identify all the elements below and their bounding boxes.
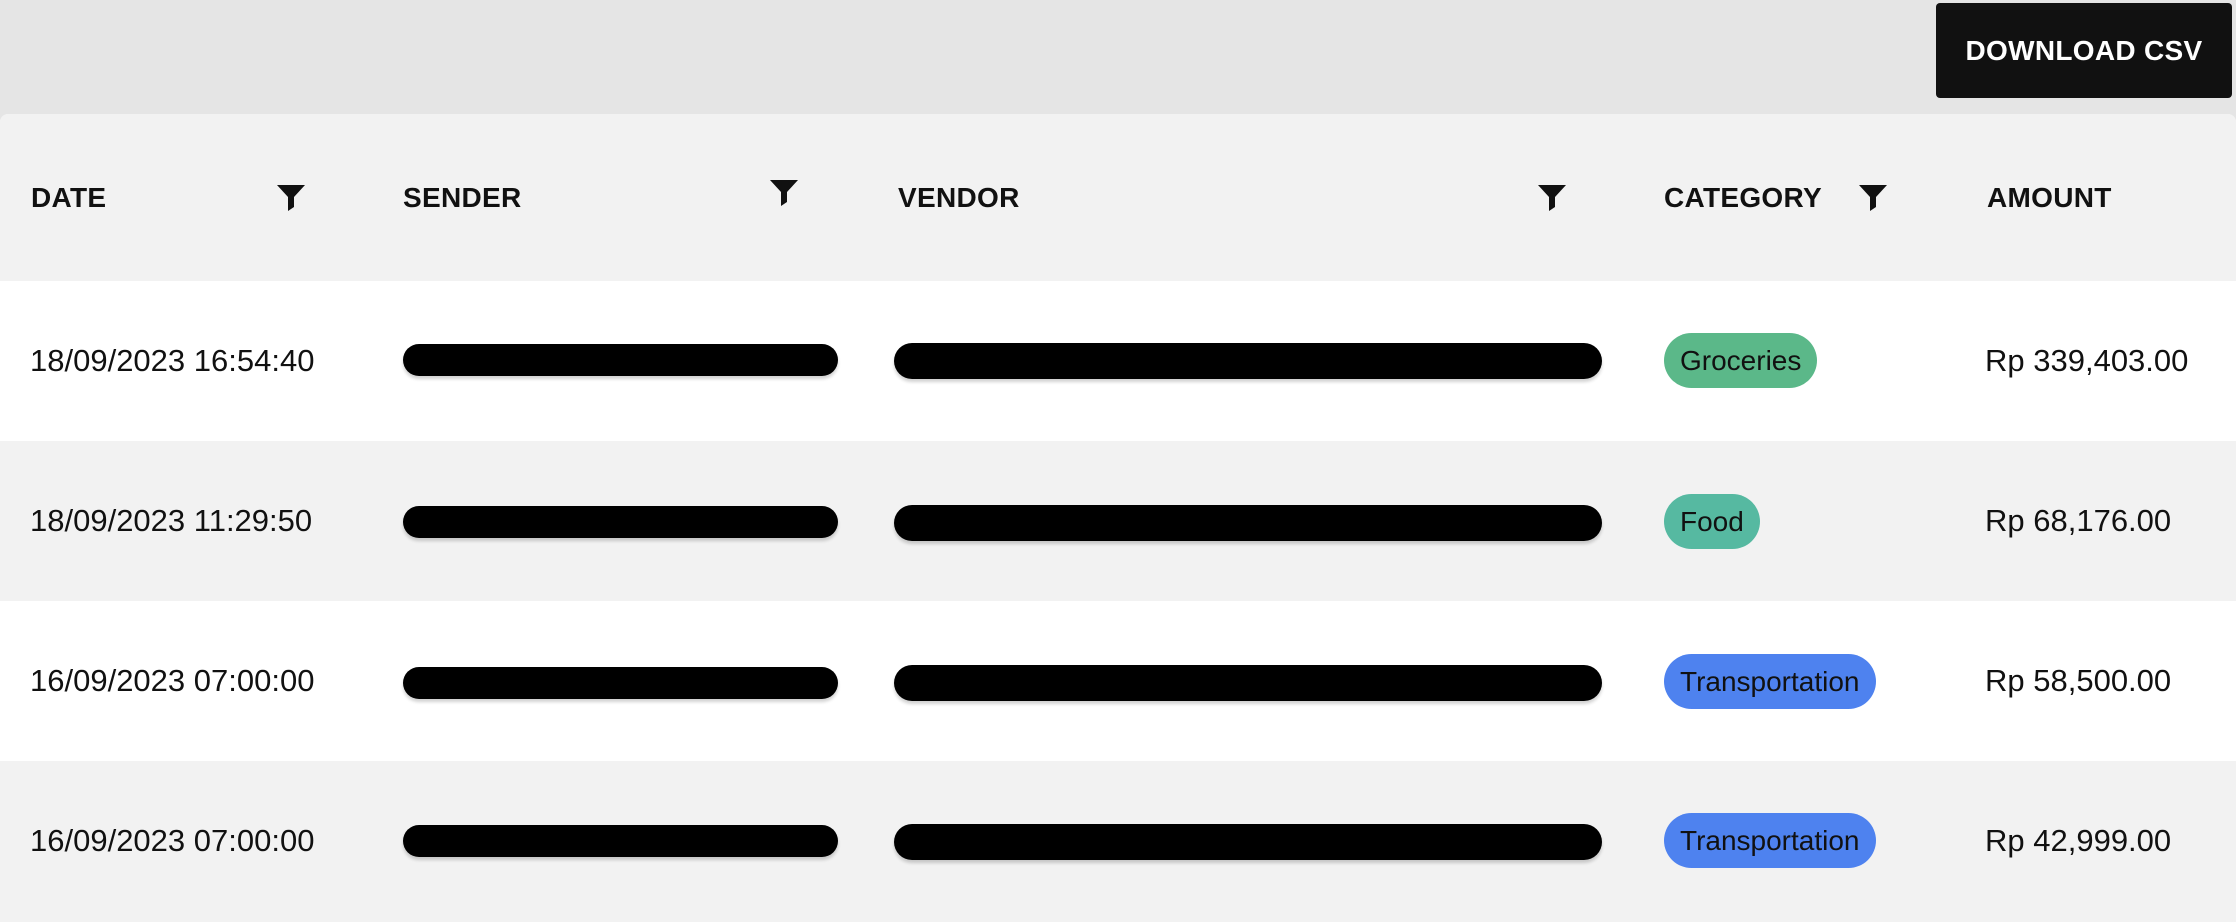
category-filter-icon[interactable] [1858,184,1888,212]
transactions-page: DOWNLOAD CSV DATE SENDER VENDOR CATEGORY… [0,0,2236,922]
category-badge: Transportation [1664,654,1876,709]
category-badge: Groceries [1664,333,1818,388]
column-header-vendor[interactable]: VENDOR [898,114,1020,281]
column-header-sender[interactable]: SENDER [403,114,522,281]
amount-cell: Rp 68,176.00 [1985,503,2172,538]
table-row[interactable]: 18/09/2023 11:29:50 Food Rp 68,176.00 [0,441,2236,601]
sender-redaction [403,667,838,699]
column-header-category[interactable]: CATEGORY [1664,114,1822,281]
vendor-filter-icon[interactable] [1537,184,1567,212]
date-cell: 18/09/2023 11:29:50 [30,503,313,538]
amount-cell: Rp 42,999.00 [1985,823,2172,858]
column-header-amount[interactable]: AMOUNT [1987,114,2112,281]
sender-redaction [403,506,838,538]
sender-redaction [403,344,838,376]
date-cell: 18/09/2023 16:54:40 [30,343,315,378]
vendor-redaction [894,665,1602,701]
table-row[interactable]: 16/09/2023 07:00:00 Transportation Rp 42… [0,761,2236,921]
amount-cell: Rp 58,500.00 [1985,663,2172,698]
download-csv-button[interactable]: DOWNLOAD CSV [1936,3,2232,98]
transactions-table: DATE SENDER VENDOR CATEGORY AMOUNT 18/09… [0,114,2236,922]
category-badge: Transportation [1664,813,1876,868]
amount-cell: Rp 339,403.00 [1985,343,2189,378]
table-row[interactable]: 16/09/2023 07:00:00 Transportation Rp 58… [0,601,2236,761]
category-badge: Food [1664,494,1760,549]
date-filter-icon[interactable] [276,184,306,212]
table-row[interactable]: 18/09/2023 16:54:40 Groceries Rp 339,403… [0,281,2236,441]
sender-filter-icon[interactable] [769,179,799,207]
vendor-redaction [894,824,1602,860]
column-header-date[interactable]: DATE [31,114,106,281]
table-header-row: DATE SENDER VENDOR CATEGORY AMOUNT [0,114,2236,281]
vendor-redaction [894,505,1602,541]
sender-redaction [403,825,838,857]
vendor-redaction [894,343,1602,379]
date-cell: 16/09/2023 07:00:00 [30,823,315,858]
date-cell: 16/09/2023 07:00:00 [30,663,315,698]
